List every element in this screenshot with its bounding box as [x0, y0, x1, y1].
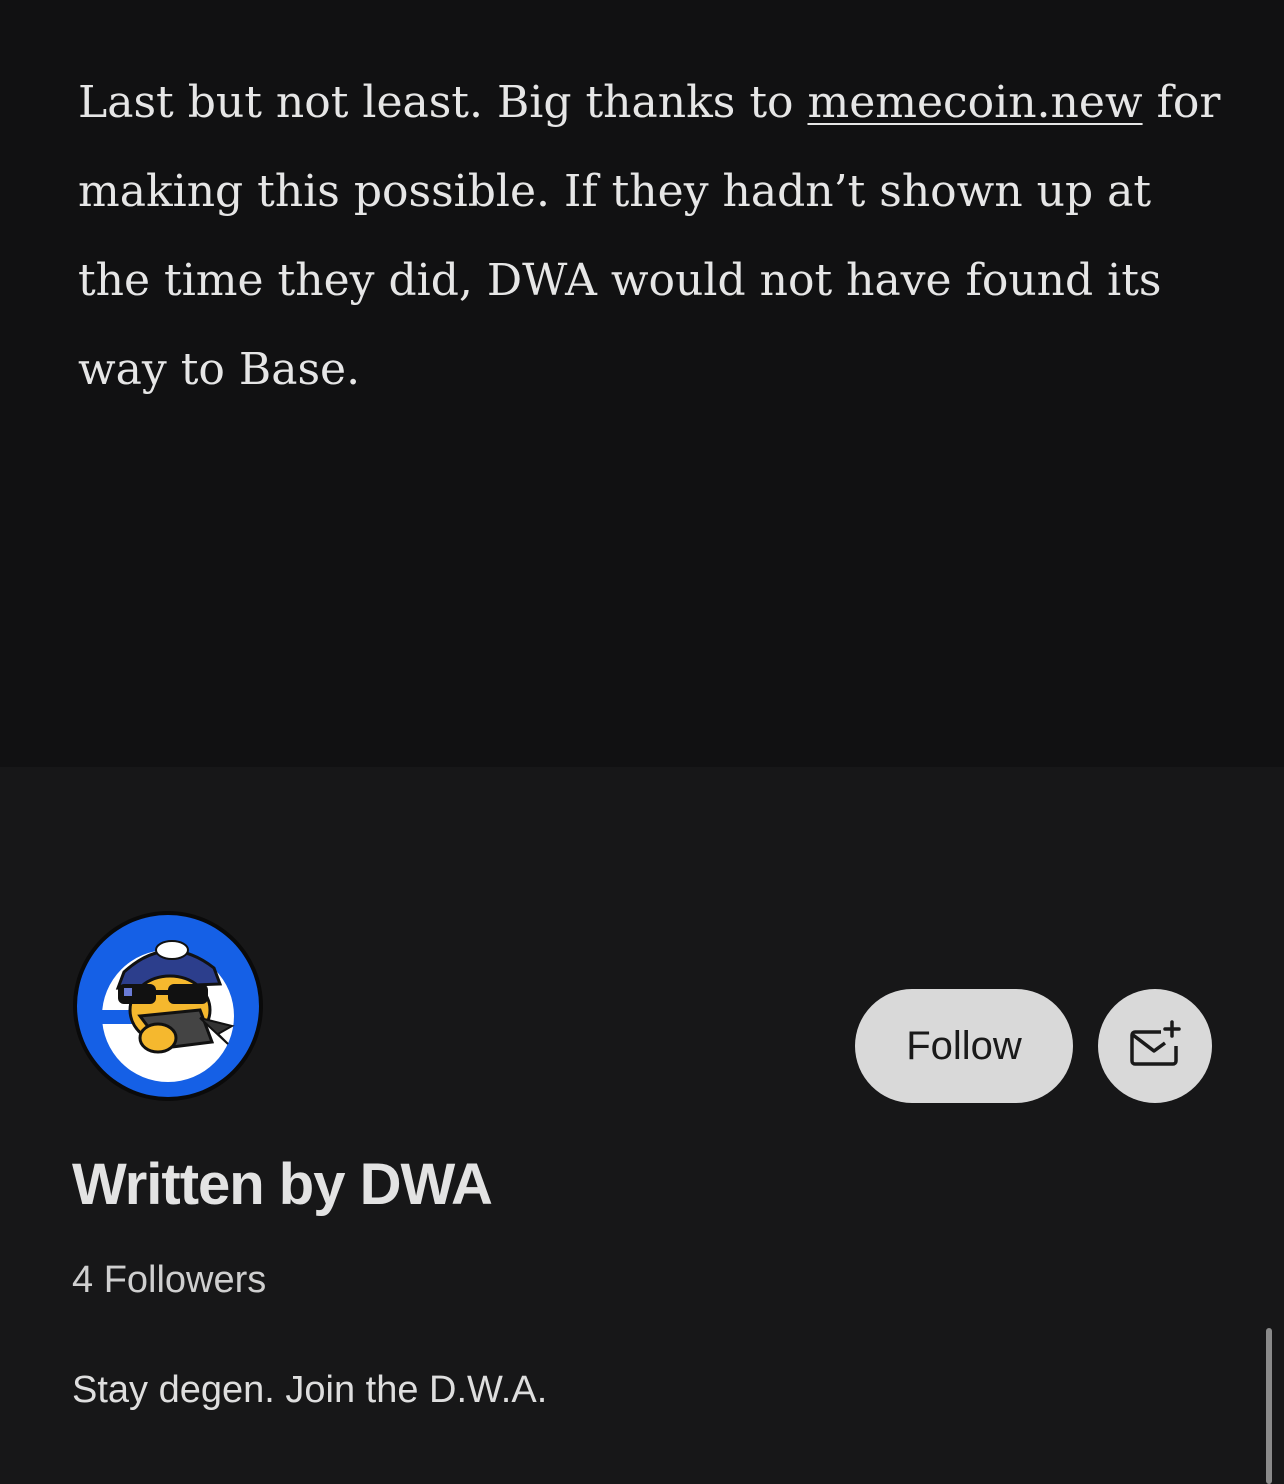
- author-bio: Stay degen. Join the D.W.A.: [72, 1369, 548, 1411]
- article-paragraph: Last but not least. Big thanks to memeco…: [78, 58, 1228, 414]
- subscribe-email-button[interactable]: [1098, 989, 1212, 1103]
- mail-plus-icon: [1130, 1020, 1181, 1066]
- memecoin-link[interactable]: memecoin.new: [807, 77, 1142, 128]
- follow-button[interactable]: Follow: [855, 989, 1073, 1103]
- article-body: Last but not least. Big thanks to memeco…: [0, 0, 1284, 767]
- paragraph-text-start: Last but not least. Big thanks to: [78, 77, 808, 128]
- followers-count[interactable]: 4 Followers: [72, 1259, 266, 1302]
- scrollbar[interactable]: [1266, 1328, 1272, 1484]
- author-section: Follow Written by DWA 4 Followers Stay d…: [0, 767, 1284, 1484]
- author-avatar[interactable]: [72, 910, 264, 1102]
- avatar-image: [73, 911, 263, 1101]
- written-by-heading[interactable]: Written by DWA: [72, 1151, 493, 1218]
